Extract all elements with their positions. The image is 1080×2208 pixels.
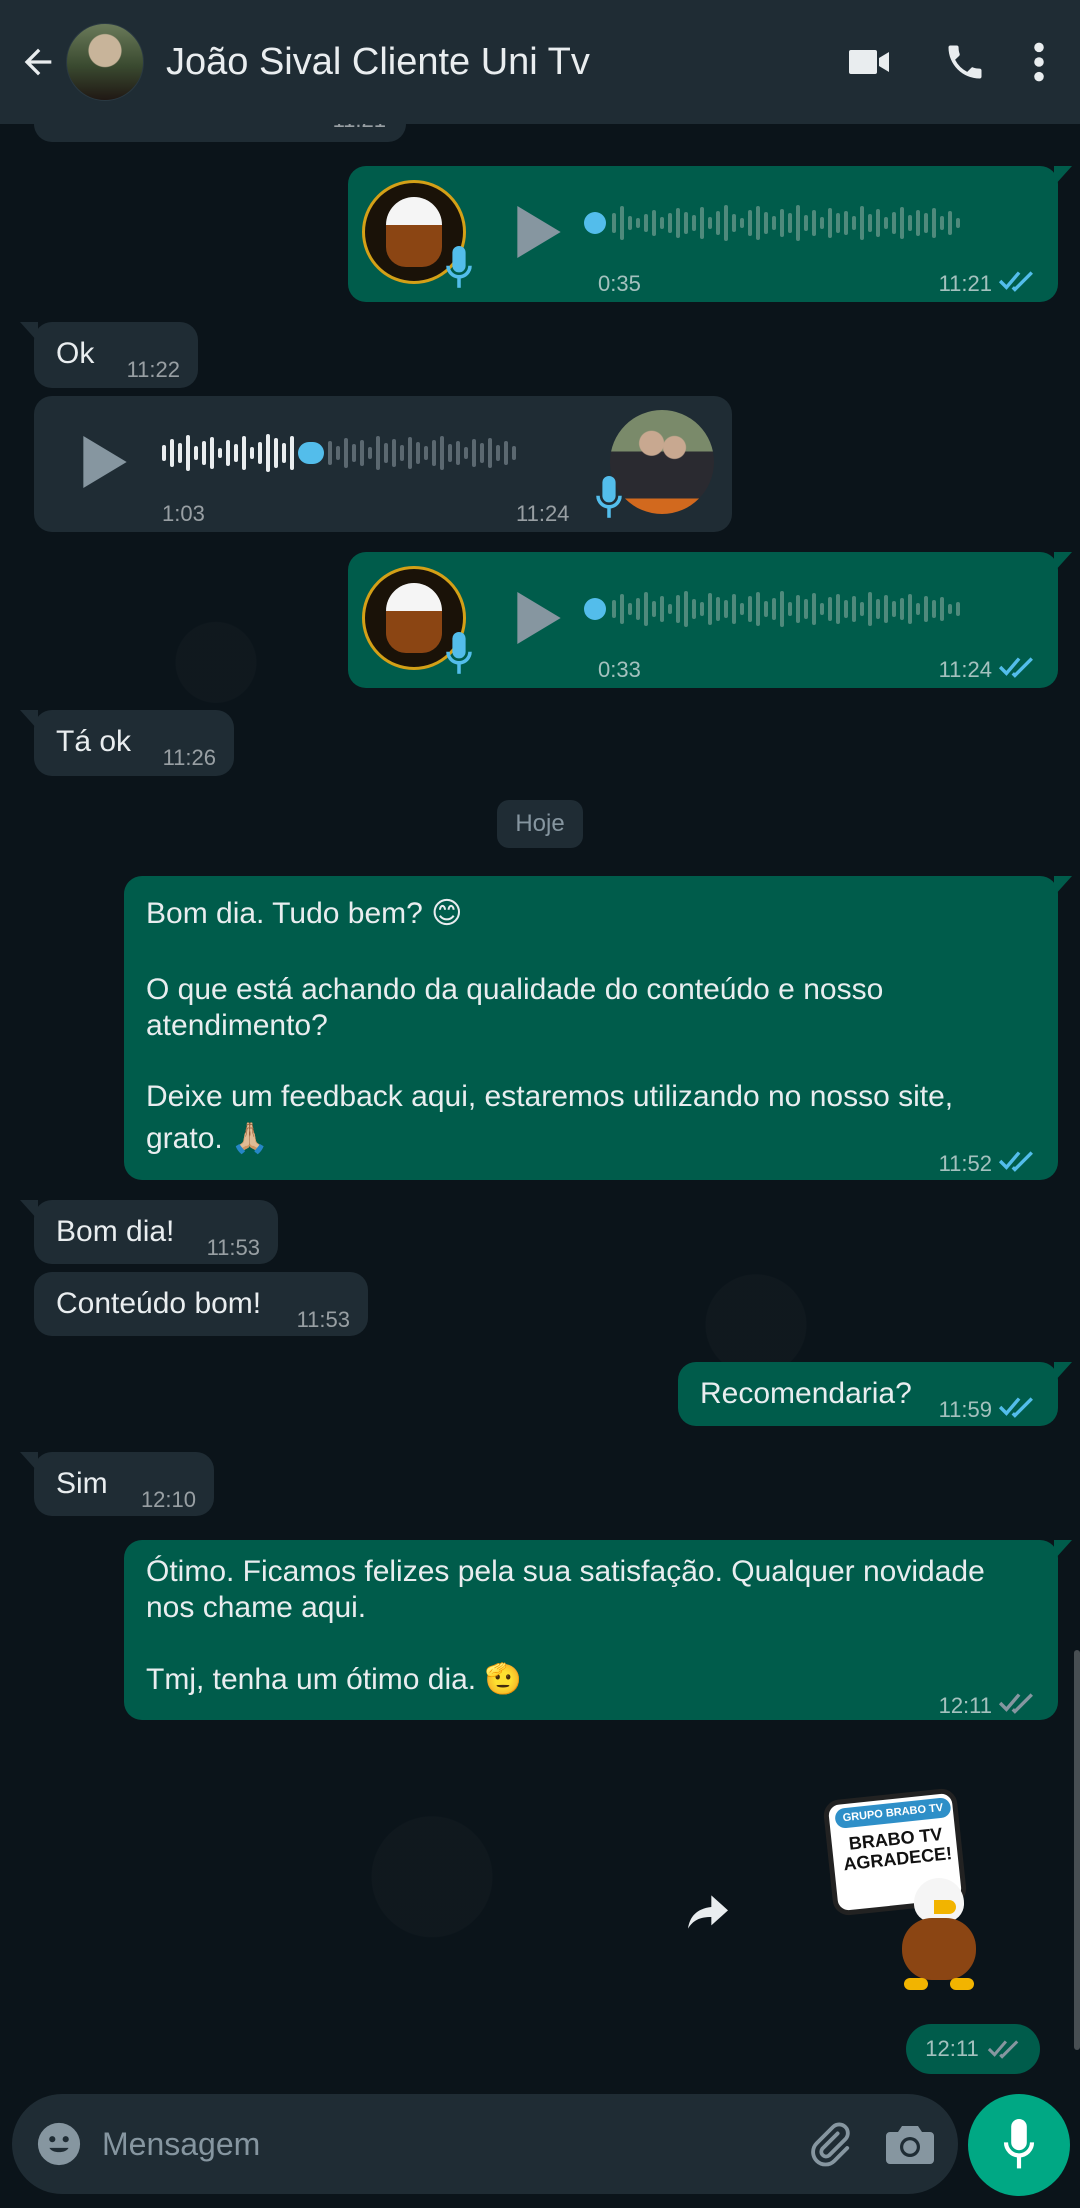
message-composer: Mensagem <box>12 2094 958 2194</box>
audio-message-outgoing[interactable]: 0:35 11:21 <box>348 166 1072 302</box>
bubble-tail <box>1054 876 1072 896</box>
camera-icon[interactable] <box>886 2122 934 2166</box>
mic-icon <box>446 246 472 288</box>
message-time: 12:11 <box>938 1693 992 1718</box>
message-text: Bom dia! <box>56 1215 175 1248</box>
back-arrow-icon <box>24 48 52 76</box>
bubble-tail <box>20 710 38 730</box>
play-icon[interactable] <box>82 436 128 488</box>
audio-waveform[interactable] <box>612 198 960 248</box>
forward-button[interactable] <box>682 1890 734 1934</box>
message-text: Bom dia. Tudo bem? 😊 <box>146 897 463 930</box>
double-check-icon <box>987 2040 1018 2059</box>
audio-duration: 1:03 <box>162 501 205 526</box>
message-time: 11:26 <box>162 745 216 770</box>
message-time: 12:11 <box>925 2036 979 2061</box>
audio-duration: 0:35 <box>598 271 641 296</box>
forward-icon <box>688 1895 728 1929</box>
message-outgoing[interactable]: Recomendaria? 11:59 <box>678 1362 1072 1426</box>
audio-seek-handle[interactable] <box>584 212 606 234</box>
audio-waveform[interactable] <box>162 428 516 478</box>
message-text: Ok <box>56 337 95 370</box>
scrollbar[interactable] <box>1074 1650 1080 2050</box>
message-incoming[interactable]: Bom dia! 11:53 <box>20 1200 278 1264</box>
voice-record-button[interactable] <box>968 2094 1070 2196</box>
message-text: Sim <box>56 1467 108 1500</box>
message-time: 11:21 <box>938 271 992 296</box>
video-call-icon <box>849 50 889 74</box>
message-time: 11:59 <box>938 1397 992 1422</box>
bubble-tail <box>1054 166 1072 186</box>
audio-message-incoming[interactable]: 1:03 11:24 <box>34 396 732 532</box>
bubble-tail <box>20 1200 38 1220</box>
message-time: 12:10 <box>140 1487 196 1512</box>
message-text: Tmj, tenha um ótimo dia. 🫡 <box>146 1663 522 1696</box>
emoji-icon[interactable] <box>36 2121 82 2167</box>
video-call-button[interactable] <box>834 27 904 97</box>
mic-icon <box>446 632 472 674</box>
message-outgoing[interactable]: Bom dia. Tudo bem? 😊 O que está achando … <box>124 876 1072 1180</box>
attach-icon[interactable] <box>806 2121 852 2167</box>
message-text: O que está achando da qualidade do conte… <box>146 973 884 1042</box>
message-time: 11:24 <box>516 501 570 526</box>
contact-avatar[interactable] <box>66 23 144 101</box>
mic-icon <box>1003 2119 1035 2169</box>
play-icon[interactable] <box>516 592 562 644</box>
bubble-tail <box>20 322 38 342</box>
message-text: Recomendaria? <box>700 1377 912 1410</box>
voice-call-button[interactable] <box>930 27 1000 97</box>
double-check-icon <box>998 1151 1033 1172</box>
bubble-tail <box>1054 1540 1072 1560</box>
chat-header: João Sival Cliente Uni Tv <box>0 0 1080 124</box>
audio-waveform[interactable] <box>612 584 960 634</box>
message-outgoing[interactable]: Ótimo. Ficamos felizes pela sua satisfaç… <box>124 1540 1072 1720</box>
contact-name[interactable]: João Sival Cliente Uni Tv <box>166 41 808 84</box>
play-icon[interactable] <box>516 206 562 258</box>
message-incoming[interactable]: Sim 12:10 <box>20 1452 214 1516</box>
audio-seek-handle[interactable] <box>584 598 606 620</box>
more-options-icon <box>1034 42 1044 82</box>
message-incoming[interactable]: Ok 11:22 <box>20 322 198 388</box>
bubble-tail <box>1054 1362 1072 1382</box>
message-text: Deixe um feedback aqui, estaremos utiliz… <box>146 1080 954 1155</box>
bubble-tail <box>20 1452 38 1472</box>
mic-icon <box>596 476 622 518</box>
date-separator: Hoje <box>497 800 583 848</box>
message-text: Tá ok <box>56 725 132 758</box>
message-input[interactable]: Mensagem <box>102 2126 806 2163</box>
audio-duration: 0:33 <box>598 657 641 682</box>
sticker-main-text: BRABO TV AGRADECE! <box>842 1824 953 1875</box>
message-time: 11:22 <box>126 357 180 382</box>
audio-message-outgoing[interactable]: 0:33 11:24 <box>348 552 1072 688</box>
message-incoming[interactable]: Tá ok 11:26 <box>20 710 234 776</box>
double-check-icon <box>998 1693 1033 1714</box>
double-check-icon <box>998 657 1033 678</box>
back-button[interactable] <box>16 40 60 84</box>
double-check-icon <box>998 1397 1033 1418</box>
eagle-mascot <box>894 1878 984 1998</box>
phone-icon <box>948 45 982 79</box>
double-check-icon <box>998 271 1033 292</box>
message-time: 11:53 <box>296 1307 350 1332</box>
message-time: 11:52 <box>938 1151 992 1176</box>
message-text: Ótimo. Ficamos felizes pela sua satisfaç… <box>146 1555 985 1624</box>
bubble-tail <box>1054 552 1072 572</box>
message-incoming[interactable]: Conteúdo bom! 11:53 <box>34 1272 368 1336</box>
message-text: Conteúdo bom! <box>56 1287 262 1320</box>
message-time: 11:53 <box>206 1235 260 1260</box>
sticker-time-chip: 12:11 <box>906 2024 1040 2074</box>
sender-avatar <box>610 410 714 514</box>
sticker-message[interactable]: GRUPO BRABO TV BRABO TV AGRADECE! <box>784 1758 1014 2008</box>
more-options-button[interactable] <box>1014 27 1064 97</box>
message-time: 11:24 <box>938 657 992 682</box>
